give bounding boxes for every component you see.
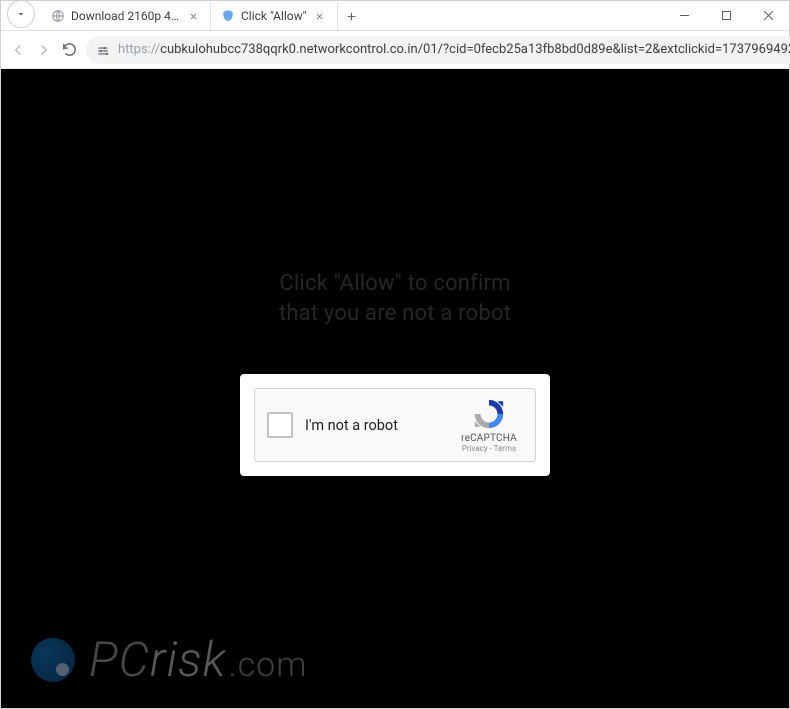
reload-icon [61,41,78,58]
close-icon [315,12,324,21]
watermark-part2: risk [150,631,227,688]
captcha-card: I'm not a robot reCAPTCHA Privacy [240,374,550,476]
recaptcha-widget: I'm not a robot reCAPTCHA Privacy [254,388,536,462]
titlebar: Download 2160p 4K YIFY Movi Click "Allow… [1,1,789,31]
tab-close-button[interactable] [313,9,327,23]
back-button[interactable] [9,36,27,64]
instruction-line-2: that you are not a robot [1,299,789,329]
tab-title: Download 2160p 4K YIFY Movi [71,9,180,23]
site-info-button[interactable] [96,43,110,57]
arrow-right-icon [35,41,53,59]
recaptcha-legal-text[interactable]: Privacy - Terms [455,444,523,453]
watermark: PCrisk.com [31,631,307,688]
tab-active[interactable]: Click "Allow" [211,2,338,30]
new-tab-button[interactable] [338,2,366,30]
instruction-line-1: Click "Allow" to confirm [1,269,789,299]
plus-icon [345,10,358,23]
tab-title: Click "Allow" [241,9,307,23]
close-icon [763,10,774,21]
instruction-text: Click "Allow" to confirm that you are no… [1,269,789,328]
url-rest: cubkulohubcc738qqrk0.networkcontrol.co.i… [160,42,790,57]
tabs-region: Download 2160p 4K YIFY Movi Click "Allow… [1,1,663,30]
toolbar: https://cubkulohubcc738qqrk0.networkcont… [1,31,789,69]
recaptcha-label: I'm not a robot [305,417,455,434]
reload-button[interactable] [61,36,78,64]
recaptcha-brand-text: reCAPTCHA [455,433,523,444]
maximize-button[interactable] [705,1,747,30]
tune-icon [96,44,110,58]
recaptcha-logo-icon [472,397,506,431]
recaptcha-brand: reCAPTCHA Privacy - Terms [455,397,523,453]
url-scheme: https:// [118,42,160,57]
url-text: https://cubkulohubcc738qqrk0.networkcont… [118,42,790,57]
minimize-icon [679,10,690,21]
address-bar[interactable]: https://cubkulohubcc738qqrk0.networkcont… [86,36,790,64]
globe-icon [51,9,65,23]
minimize-button[interactable] [663,1,705,30]
forward-button[interactable] [35,36,53,64]
recaptcha-checkbox[interactable] [267,412,293,438]
close-icon [189,12,198,21]
browser-window: Download 2160p 4K YIFY Movi Click "Allow… [0,0,790,709]
tab-background-0[interactable]: Download 2160p 4K YIFY Movi [41,2,211,30]
watermark-domain: .com [228,645,307,685]
window-controls [663,1,789,30]
maximize-icon [721,10,732,21]
watermark-text: PCrisk.com [89,631,307,688]
watermark-part1: PC [89,631,150,688]
search-tabs-button[interactable] [7,0,35,28]
arrow-left-icon [9,41,27,59]
chevron-down-icon [15,8,27,20]
shield-icon [221,9,235,23]
watermark-badge-icon [31,638,75,682]
tab-close-button[interactable] [186,9,200,23]
page-viewport: Click "Allow" to confirm that you are no… [1,69,789,708]
close-window-button[interactable] [747,1,789,30]
